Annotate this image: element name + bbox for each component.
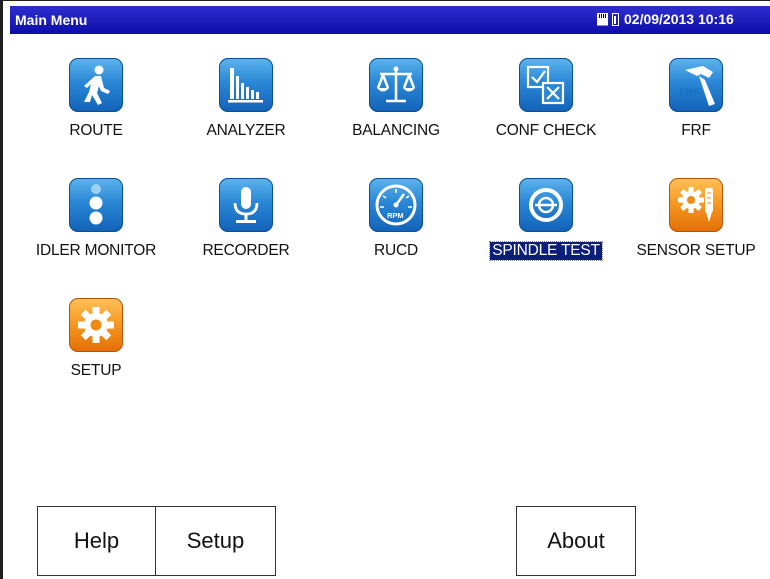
menu-item-route[interactable]: ROUTE	[21, 58, 171, 140]
svg-text:FRF: FRF	[679, 87, 701, 99]
menu-label: ROUTE	[69, 122, 123, 139]
walking-person-icon	[69, 58, 123, 112]
menu-item-rucd[interactable]: RPM RUCD	[321, 178, 471, 260]
checkbox-icon	[519, 58, 573, 112]
battery-icon	[612, 12, 619, 26]
menu-label: SETUP	[70, 362, 122, 379]
menu-item-sensor-setup[interactable]: SENSOR SETUP	[621, 178, 770, 260]
balance-scale-icon	[369, 58, 423, 112]
menu-label: ANALYZER	[206, 122, 286, 139]
idler-rollers-icon	[69, 178, 123, 232]
menu-label: RUCD	[374, 242, 418, 259]
menu-label: IDLER MONITOR	[35, 242, 157, 259]
menu-item-setup[interactable]: SETUP	[21, 298, 171, 380]
menu-label: RECORDER	[202, 242, 290, 259]
datetime-display: 02/09/2013 10:16	[624, 11, 734, 27]
svg-text:RPM: RPM	[387, 211, 404, 220]
hammer-icon: FRF	[669, 58, 723, 112]
sd-card-icon	[597, 12, 608, 26]
about-button[interactable]: About	[516, 506, 636, 576]
menu-item-analyzer[interactable]: ANALYZER	[171, 58, 321, 140]
menu-item-spindle-test[interactable]: SPINDLE TEST	[471, 178, 621, 261]
window-title: Main Menu	[15, 12, 88, 28]
microphone-icon	[219, 178, 273, 232]
menu-item-idler-monitor[interactable]: IDLER MONITOR	[21, 178, 171, 260]
menu-label: CONF CHECK	[495, 122, 597, 139]
spectrum-bars-icon	[219, 58, 273, 112]
gear-icon	[69, 298, 123, 352]
status-area: 02/09/2013 10:16	[597, 11, 734, 27]
spindle-icon	[519, 178, 573, 232]
menu-label: SPINDLE TEST	[489, 241, 603, 261]
menu-label: FRF	[681, 122, 711, 139]
menu-label: BALANCING	[352, 122, 440, 139]
menu-label: SENSOR SETUP	[636, 242, 756, 259]
menu-item-balancing[interactable]: BALANCING	[321, 58, 471, 140]
rpm-gauge-icon: RPM	[369, 178, 423, 232]
menu-item-conf-check[interactable]: CONF CHECK	[471, 58, 621, 140]
sensor-gear-icon	[669, 178, 723, 232]
title-bar: Main Menu 02/09/2013 10:16	[10, 6, 770, 34]
main-menu-screen: Main Menu 02/09/2013 10:16 ROUTE ANALYZE…	[0, 0, 770, 579]
menu-item-frf[interactable]: FRF FRF	[621, 58, 770, 140]
menu-item-recorder[interactable]: RECORDER	[171, 178, 321, 260]
setup-button[interactable]: Setup	[155, 506, 276, 576]
help-button[interactable]: Help	[37, 506, 156, 576]
